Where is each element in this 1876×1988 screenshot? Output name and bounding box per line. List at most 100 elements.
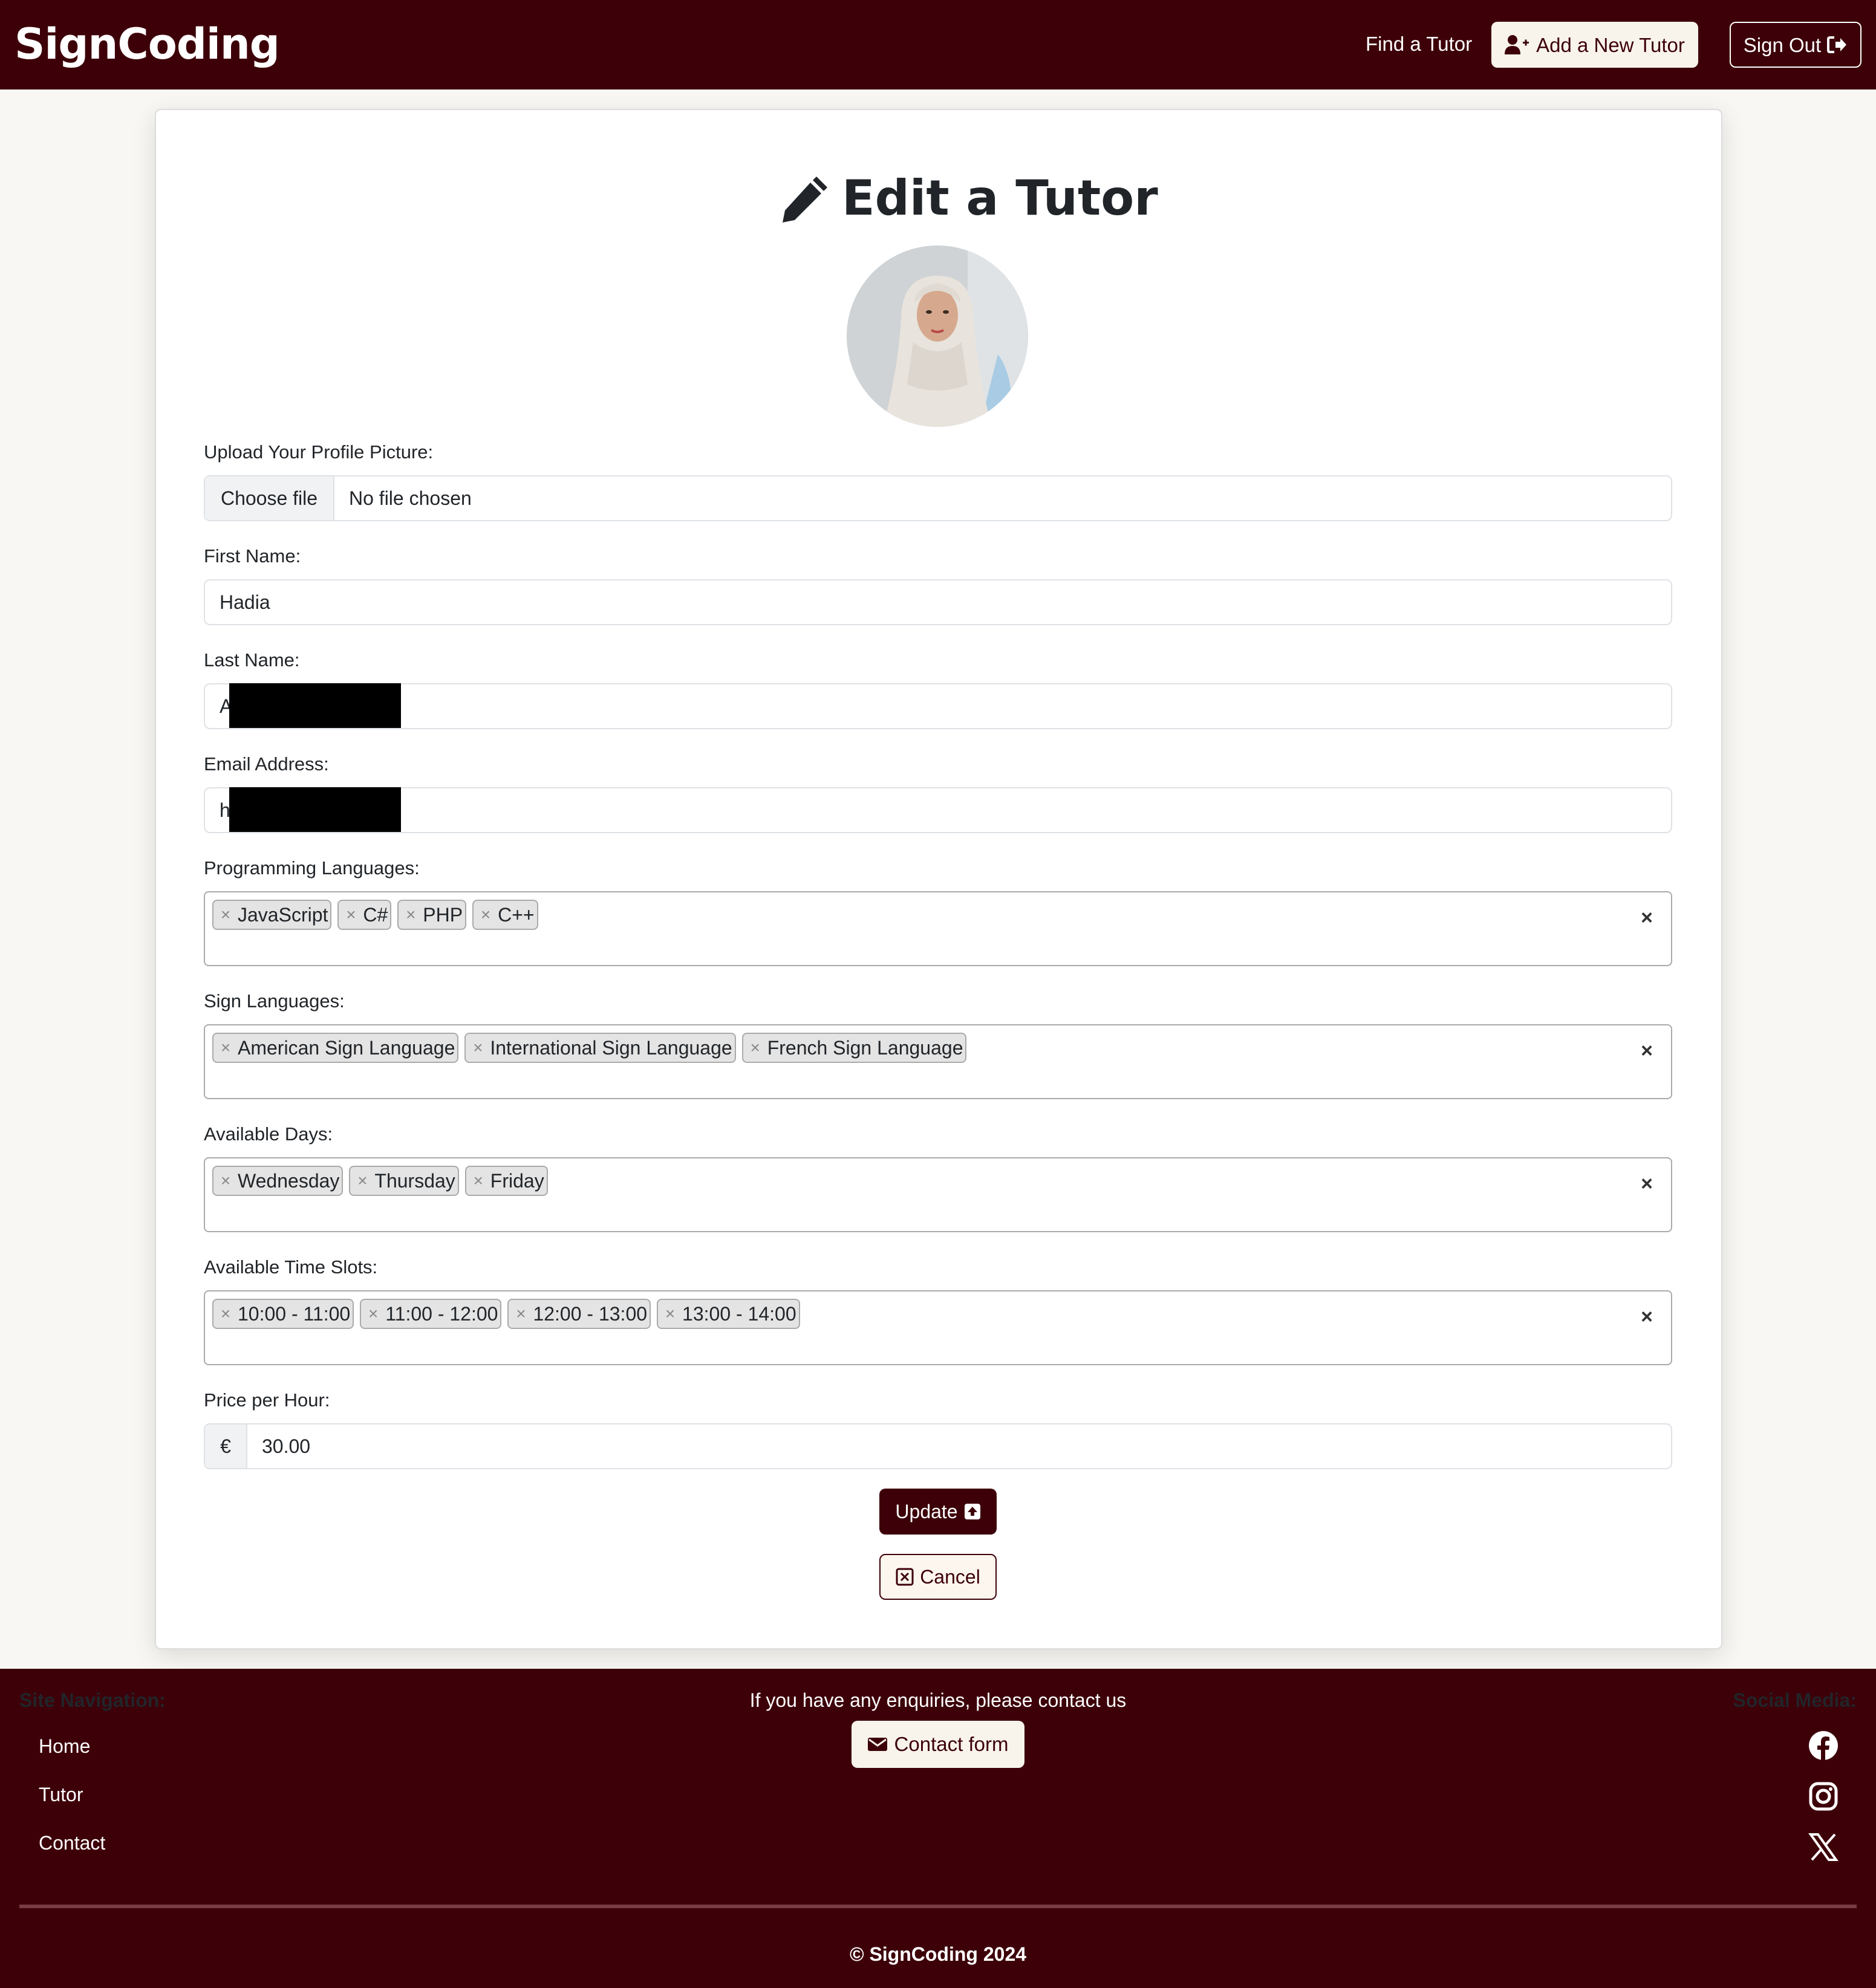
- tag-label: 13:00 - 14:00: [682, 1302, 796, 1325]
- enquiry-text: If you have any enquiries, please contac…: [749, 1689, 1127, 1711]
- tag-csharp: × C#: [337, 900, 392, 930]
- update-button[interactable]: Update: [879, 1489, 997, 1535]
- sign-languages-label: Sign Languages:: [204, 990, 345, 1012]
- tag-label: International Sign Language: [490, 1036, 732, 1059]
- programming-languages-label: Programming Languages:: [204, 857, 420, 879]
- redaction-box: [229, 683, 401, 728]
- tag-remove-icon[interactable]: ×: [466, 1038, 490, 1057]
- tag-list: × JavaScript × C# × PHP × C++: [212, 900, 538, 930]
- tag-javascript: × JavaScript: [212, 900, 332, 930]
- tag-label: American Sign Language: [238, 1036, 455, 1059]
- tag-label: Thursday: [374, 1169, 455, 1192]
- tag-list: × American Sign Language × International S…: [212, 1033, 967, 1063]
- tag-isl: × International Sign Language: [464, 1033, 736, 1063]
- price-input-group[interactable]: € 30.00: [204, 1423, 1672, 1469]
- tag-wednesday: × Wednesday: [212, 1166, 344, 1196]
- envelope-icon: [867, 1738, 887, 1751]
- tag-remove-icon[interactable]: ×: [339, 905, 363, 924]
- first-name-label: First Name:: [204, 545, 301, 567]
- email-label: Email Address:: [204, 753, 329, 775]
- tag-remove-icon[interactable]: ×: [743, 1038, 767, 1057]
- first-name-input[interactable]: Hadia: [204, 579, 1672, 625]
- tag-slot: × 11:00 - 12:00: [360, 1299, 502, 1329]
- sign-out-icon: [1827, 36, 1847, 53]
- tag-asl: × American Sign Language: [212, 1033, 459, 1063]
- tag-label: JavaScript: [238, 903, 328, 926]
- choose-file-button[interactable]: Choose file: [205, 476, 334, 520]
- tag-label: 10:00 - 11:00: [238, 1302, 351, 1325]
- tag-remove-icon[interactable]: ×: [213, 905, 238, 924]
- tag-cpp: × C++: [472, 900, 538, 930]
- tag-label: C#: [363, 903, 388, 926]
- tag-php: × PHP: [397, 900, 467, 930]
- tag-remove-icon[interactable]: ×: [213, 1171, 238, 1191]
- profile-picture-input[interactable]: Choose file No file chosen: [204, 475, 1672, 521]
- page-title: Edit a Tutor: [780, 164, 1158, 232]
- close-square-icon: [896, 1568, 914, 1586]
- brand-logo[interactable]: SignCoding: [15, 17, 280, 71]
- x-icon[interactable]: [1808, 1832, 1839, 1862]
- find-tutor-link[interactable]: Find a Tutor: [1366, 28, 1472, 60]
- upload-square-icon: [964, 1504, 980, 1519]
- page-title-text: Edit a Tutor: [842, 170, 1158, 226]
- redaction-box: [229, 787, 401, 832]
- tag-remove-icon[interactable]: ×: [213, 1038, 238, 1057]
- last-name-label: Last Name:: [204, 649, 300, 671]
- tag-remove-icon[interactable]: ×: [213, 1304, 238, 1324]
- clear-all-icon[interactable]: ×: [1641, 906, 1653, 930]
- currency-addon: €: [205, 1424, 247, 1468]
- tag-remove-icon[interactable]: ×: [361, 1304, 385, 1324]
- tag-label: Wednesday: [238, 1169, 340, 1192]
- contact-form-label: Contact form: [894, 1733, 1009, 1755]
- tag-slot: × 13:00 - 14:00: [657, 1299, 800, 1329]
- clear-all-icon[interactable]: ×: [1641, 1039, 1653, 1063]
- tag-remove-icon[interactable]: ×: [658, 1304, 682, 1324]
- email-input[interactable]: h: [204, 787, 1672, 833]
- price-input[interactable]: 30.00: [247, 1424, 310, 1468]
- tag-label: French Sign Language: [767, 1036, 963, 1059]
- tag-list: × Wednesday × Thursday × Friday: [212, 1166, 548, 1196]
- available-days-select[interactable]: × Wednesday × Thursday × Friday ×: [204, 1157, 1672, 1232]
- facebook-icon[interactable]: [1808, 1730, 1839, 1761]
- time-slots-select[interactable]: × 10:00 - 11:00 × 11:00 - 12:00 × 12:00 - 1…: [204, 1290, 1672, 1365]
- tag-label: C++: [498, 903, 535, 926]
- programming-languages-select[interactable]: × JavaScript × C# × PHP × C++ ×: [204, 891, 1672, 966]
- available-days-label: Available Days:: [204, 1123, 333, 1145]
- top-navbar: SignCoding Find a Tutor Add a New Tutor …: [0, 0, 1876, 89]
- tag-slot: × 10:00 - 11:00: [212, 1299, 354, 1329]
- upload-label: Upload Your Profile Picture:: [204, 441, 434, 463]
- sign-out-button[interactable]: Sign Out: [1730, 22, 1861, 68]
- tag-remove-icon[interactable]: ×: [350, 1171, 374, 1191]
- tag-slot: × 12:00 - 13:00: [507, 1299, 651, 1329]
- footer-link-contact[interactable]: Contact: [39, 1831, 105, 1855]
- footer-link-home[interactable]: Home: [39, 1734, 90, 1758]
- tag-list: × 10:00 - 11:00 × 11:00 - 12:00 × 12:00 - 1…: [212, 1299, 800, 1329]
- tag-remove-icon[interactable]: ×: [399, 905, 423, 924]
- sign-out-label: Sign Out: [1743, 33, 1822, 56]
- tag-remove-icon[interactable]: ×: [466, 1171, 490, 1191]
- contact-form-button[interactable]: Contact form: [852, 1721, 1024, 1768]
- tag-remove-icon[interactable]: ×: [509, 1304, 533, 1324]
- tag-friday: × Friday: [464, 1166, 548, 1196]
- tag-label: Friday: [490, 1169, 544, 1192]
- time-slots-label: Available Time Slots:: [204, 1256, 378, 1278]
- instagram-icon[interactable]: [1808, 1781, 1839, 1811]
- copyright-text: © SignCoding 2024: [849, 1943, 1027, 1965]
- sign-languages-select[interactable]: × American Sign Language × International S…: [204, 1024, 1672, 1099]
- add-tutor-label: Add a New Tutor: [1536, 33, 1685, 56]
- clear-all-icon[interactable]: ×: [1641, 1305, 1653, 1329]
- update-label: Update: [895, 1500, 958, 1522]
- cancel-button[interactable]: Cancel: [879, 1554, 997, 1600]
- user-plus-icon: [1505, 35, 1529, 54]
- clear-all-icon[interactable]: ×: [1641, 1172, 1653, 1196]
- last-name-input[interactable]: A: [204, 683, 1672, 729]
- file-status-text: No file chosen: [349, 487, 472, 509]
- footer-link-tutor[interactable]: Tutor: [39, 1782, 83, 1807]
- price-label: Price per Hour:: [204, 1389, 330, 1411]
- tag-remove-icon[interactable]: ×: [474, 905, 498, 924]
- cancel-label: Cancel: [920, 1565, 980, 1588]
- tag-label: 12:00 - 13:00: [533, 1302, 648, 1325]
- pencil-icon: [783, 177, 827, 223]
- tag-label: 11:00 - 12:00: [385, 1302, 498, 1325]
- add-tutor-button[interactable]: Add a New Tutor: [1491, 22, 1698, 68]
